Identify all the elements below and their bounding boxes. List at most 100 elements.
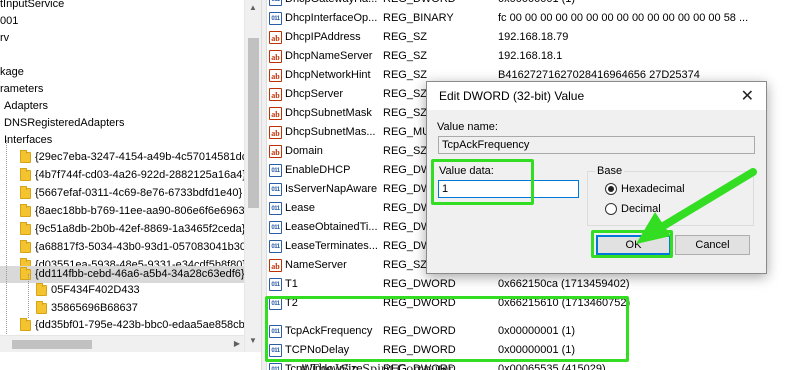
value-type: REG_DWORD	[383, 297, 456, 309]
binary-value-icon: 011	[269, 221, 282, 234]
value-data: 192.168.18.79	[498, 31, 569, 43]
binary-value-icon: 011	[269, 164, 282, 177]
tree-item-label: {5667efaf-0311-4c69-8e76-6733bdfd1e40}	[35, 187, 243, 199]
folder-icon	[36, 283, 47, 296]
value-type: REG_SZ	[383, 69, 428, 81]
tree-item-label: 35865696B68637	[51, 302, 138, 314]
value-name: EnableDHCP	[285, 164, 351, 176]
tree-item-label: {a68817f3-5034-43b0-93d1-057083041b30}	[35, 241, 244, 253]
partial-footer-text: # The Win Spirit Computer	[300, 362, 453, 370]
binary-value-icon: 011	[269, 297, 282, 310]
value-type: REG_SZ	[383, 50, 428, 62]
value-type: REG_DWORD	[383, 0, 456, 9]
string-value-icon: ab	[269, 259, 282, 272]
binary-value-icon: 011	[269, 325, 282, 338]
base-label: Base	[595, 165, 625, 177]
binary-value-icon: 011	[269, 363, 282, 370]
dialog-titlebar[interactable]: Edit DWORD (32-bit) Value ✕	[427, 82, 766, 110]
folder-icon	[20, 318, 31, 331]
value-type: REG_SZ	[383, 259, 428, 271]
folder-icon	[36, 301, 47, 314]
value-data-label: Value data:	[439, 165, 494, 177]
decimal-radio[interactable]	[605, 203, 617, 215]
registry-value-row[interactable]: 011 T2 REG_DWORD 0x66215610 (1713460752)	[267, 294, 800, 313]
value-name: DhcpSubnetMask	[285, 107, 372, 119]
string-value-icon: ab	[269, 88, 282, 101]
value-type: REG_SZ	[383, 145, 428, 157]
binary-value-icon: 011	[269, 183, 282, 196]
value-name: DhcpServer	[285, 88, 344, 100]
tree-hscroll-thumb[interactable]	[12, 340, 92, 349]
value-name-label: Value name:	[437, 121, 498, 133]
tree-item-label: {29ec7eba-3247-4154-a49b-4c57014581dc}	[35, 151, 244, 163]
tree-vertical-scrollbar[interactable]: ▲ ▼	[244, 0, 261, 352]
string-value-icon: ab	[269, 107, 282, 120]
binary-value-icon: 011	[269, 240, 282, 253]
registry-value-row[interactable]: 011 TcpAckFrequency REG_DWORD 0x00000001 (1…	[267, 322, 800, 341]
tree-item-label: {4b7f744f-cd03-4a26-922d-2882125a16a4}	[35, 169, 244, 181]
folder-icon	[20, 267, 31, 280]
value-name: DhcpSubnetMas...	[285, 126, 376, 138]
hexadecimal-radio[interactable]	[605, 183, 617, 195]
decimal-label: Decimal	[621, 203, 661, 215]
tree-scroll-thumb[interactable]	[248, 38, 259, 208]
tree-item-label: {dd35bf01-795e-423b-bbc0-edaa5ae858cb}	[35, 319, 244, 331]
tree-item-label: rameters	[0, 83, 44, 95]
value-name: DhcpNetworkHint	[285, 69, 371, 81]
value-name: TCPNoDelay	[285, 344, 350, 356]
value-data: 0x00000001 (1)	[498, 344, 576, 356]
tree-item-label: {8aec18bb-b769-11ee-aa90-806e6f6e6963}	[35, 205, 244, 217]
value-data: 0x00000001 (1)	[498, 325, 576, 337]
edit-dword-dialog: Edit DWORD (32-bit) Value ✕ Value name: …	[426, 81, 767, 274]
value-data: 0x00065535 (415029)	[498, 363, 606, 370]
tree-horizontal-scrollbar[interactable]: ▶	[0, 335, 244, 352]
folder-icon	[20, 186, 31, 199]
folder-icon	[20, 240, 31, 253]
registry-value-row[interactable]: ab DhcpNameServer REG_SZ 192.168.18.1	[267, 47, 800, 66]
tree-connector-line	[6, 140, 7, 350]
cancel-button[interactable]: Cancel	[675, 235, 750, 255]
value-name-field: TcpAckFrequency	[438, 136, 755, 154]
hexadecimal-label: Hexadecimal	[621, 183, 685, 195]
scroll-up-arrow-icon[interactable]: ▲	[249, 3, 257, 12]
string-value-icon: ab	[269, 145, 282, 158]
close-icon[interactable]: ✕	[741, 86, 754, 106]
scroll-right-arrow-icon[interactable]: ▶	[234, 339, 240, 348]
registry-value-row[interactable]: ab DhcpIPAddress REG_SZ 192.168.18.79	[267, 28, 800, 47]
base-group-box	[587, 171, 754, 226]
value-name: T2	[285, 297, 298, 309]
value-type: REG_DWORD	[383, 344, 456, 356]
value-name: DhcpInterfaceOp...	[285, 12, 378, 24]
tree-item-label: 001	[0, 15, 19, 27]
folder-icon	[20, 168, 31, 181]
binary-value-icon: 011	[269, 344, 282, 357]
value-name: IsServerNapAware	[285, 183, 378, 195]
value-name: Lease	[285, 202, 315, 214]
value-data: 0x00000001 (1)	[498, 0, 575, 9]
tree-item-label: 05F434F402D433	[51, 284, 140, 296]
tree-item[interactable]: {dd114fbb-cebd-46a6-a5b4-34a28c63edf6}	[0, 266, 244, 283]
tree-item-label: tInputService	[0, 0, 65, 10]
value-data: fc 00 00 00 00 00 00 00 00 00 00 00 00 0…	[498, 12, 749, 24]
dialog-title: Edit DWORD (32-bit) Value	[439, 89, 585, 103]
tree-item-label: rv	[0, 32, 10, 44]
value-type: REG_SZ	[383, 31, 428, 43]
tree-item-label: {dd114fbb-cebd-46a6-a5b4-34a28c63edf6}	[35, 268, 244, 280]
value-name: NameServer	[285, 259, 347, 271]
registry-value-row[interactable]: 011 T1 REG_DWORD 0x662150ca (1713459402)	[267, 275, 800, 294]
tree-item-label: DNSRegisteredAdapters	[4, 117, 125, 129]
string-value-icon: ab	[269, 126, 282, 139]
registry-value-row[interactable]: 011 DhcpInterfaceOp... REG_BINARY fc 00 00 …	[267, 9, 800, 28]
value-data-input[interactable]: 1	[438, 180, 579, 198]
value-name: LeaseTerminates...	[285, 240, 378, 252]
value-type: REG_SZ	[383, 107, 428, 119]
scroll-down-arrow-icon[interactable]: ▼	[249, 336, 257, 345]
binary-value-icon: 011	[269, 12, 282, 25]
value-type: REG_DWORD	[383, 278, 456, 290]
registry-tree-pane[interactable]: tInputService 001 rv kage rameters Adapters DN…	[0, 0, 244, 352]
tree-item-label: {9c51a8db-2b0b-42ef-8869-1a3465f2ceda}	[35, 223, 244, 235]
registry-value-row[interactable]: 011DhcpGatewayHa... REG_DWORD 0x00000001 (…	[267, 0, 800, 9]
value-data: 0x662150ca (1713459402)	[498, 278, 630, 290]
registry-value-row[interactable]: 011 TCPNoDelay REG_DWORD 0x00000001 (1)	[267, 341, 800, 360]
ok-button[interactable]: OK	[596, 235, 671, 255]
